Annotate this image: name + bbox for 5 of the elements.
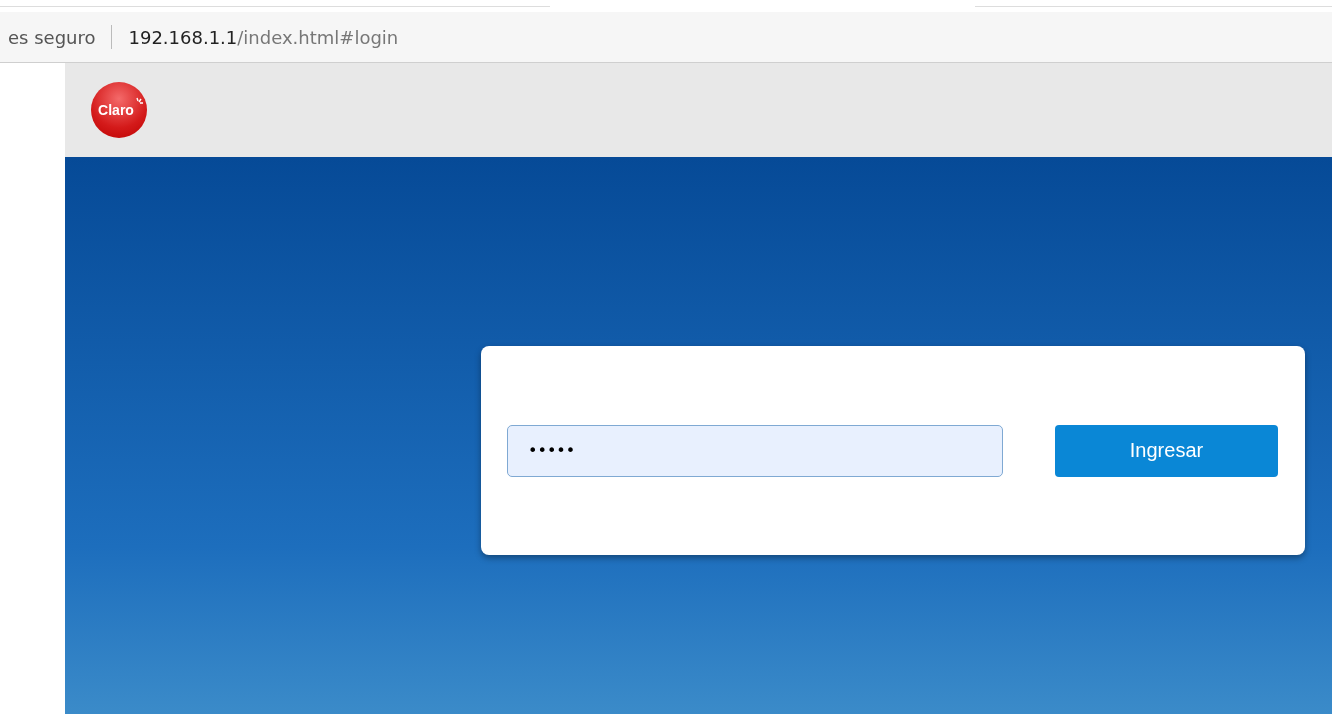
login-button[interactable]: Ingresar xyxy=(1055,424,1278,477)
password-field[interactable]: ••••• xyxy=(507,424,1003,477)
url-text[interactable]: 192.168.1.1/index.html#login xyxy=(128,26,399,48)
security-label: es seguro xyxy=(8,26,96,48)
logo: Claro xyxy=(91,82,147,138)
